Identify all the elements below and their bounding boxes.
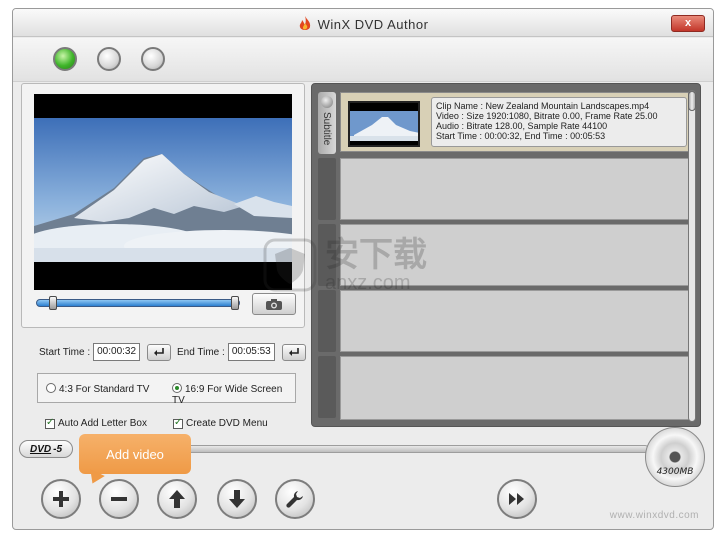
next-step-button[interactable] [497, 479, 537, 519]
settings-button[interactable] [275, 479, 315, 519]
close-button[interactable]: x [671, 15, 705, 32]
scrollbar-thumb[interactable] [688, 91, 696, 111]
clip-list-panel: Subtitle Clip Name : New Zealand Mountai… [311, 83, 701, 427]
letterbox-checkbox[interactable] [45, 417, 55, 429]
arrow-down-icon [229, 490, 245, 508]
end-time-set-button[interactable] [281, 343, 306, 361]
start-time-row: Start Time : 00:00:32 [39, 342, 172, 362]
slot-tab [318, 158, 336, 220]
clip-list-scrollbar[interactable] [688, 90, 696, 422]
clip-name: Clip Name : New Zealand Mountain Landsca… [436, 101, 650, 111]
clip-thumbnail [348, 101, 420, 147]
empty-clip-slot[interactable] [340, 356, 690, 420]
app-title: WinX DVD Author [317, 16, 429, 32]
snapshot-button[interactable] [252, 293, 296, 315]
move-up-button[interactable] [157, 479, 197, 519]
move-down-button[interactable] [217, 479, 257, 519]
enter-icon [288, 348, 299, 356]
step-indicator-bar [13, 38, 713, 82]
remove-video-button[interactable] [99, 479, 139, 519]
letterbox-label: Auto Add Letter Box [58, 418, 147, 429]
slot-tab [318, 224, 336, 286]
preview-panel [21, 83, 305, 328]
wrench-icon [286, 491, 303, 508]
arrow-up-icon [169, 490, 185, 508]
clip-item[interactable]: Clip Name : New Zealand Mountain Landsca… [340, 92, 690, 152]
slot-tab [318, 356, 336, 418]
aspect-label-4-3: 4:3 For Standard TV [59, 384, 150, 395]
dvd-menu-label: Create DVD Menu [186, 418, 268, 429]
dvd-type-selector[interactable]: DVD -5 [19, 440, 73, 458]
subtitle-toggle-icon [321, 96, 333, 108]
step-3-button[interactable] [141, 47, 165, 71]
trim-start-handle[interactable] [49, 296, 57, 310]
minus-icon [111, 497, 127, 501]
aspect-ratio-group: 4:3 For Standard TV 16:9 For Wide Screen… [37, 373, 296, 406]
letterbox-option[interactable]: Auto Add Letter Box [45, 417, 147, 429]
brand-url: www.winxdvd.com [609, 510, 699, 521]
start-time-set-button[interactable] [147, 343, 172, 361]
app-window: WinX DVD Author x Start Time: 00:00:32 … [12, 8, 714, 530]
next-icon [509, 493, 524, 505]
end-time-input[interactable]: 00:05:53 [227, 343, 275, 361]
subtitle-tab-label: Subtitle [321, 112, 332, 146]
enter-icon [154, 348, 164, 356]
trim-end-handle[interactable] [231, 296, 239, 310]
title-bar: WinX DVD Author x [13, 9, 713, 37]
aspect-option-16-9[interactable]: 16:9 For Wide Screen TV [172, 383, 295, 406]
close-icon: x [684, 17, 692, 29]
clip-audio-info: Audio : Bitrate 128.00, Sample Rate 4410… [436, 121, 608, 131]
disc-icon: 4300MB [645, 427, 705, 487]
disc-capacity-label: 4300MB [656, 467, 694, 477]
aspect-label-16-9: 16:9 For Wide Screen TV [172, 384, 283, 406]
aspect-option-4-3[interactable]: 4:3 For Standard TV [46, 383, 149, 395]
empty-clip-slot[interactable] [340, 290, 690, 352]
dvd-type-suffix: -5 [53, 443, 63, 455]
subtitle-tab[interactable]: Subtitle [318, 92, 336, 154]
seek-slider[interactable] [36, 296, 240, 310]
camera-icon [266, 299, 282, 310]
dvd-menu-checkbox[interactable] [173, 417, 183, 429]
flame-icon [299, 16, 310, 30]
end-time-row: End Time : 00:05:53 [177, 342, 306, 362]
window-title: WinX DVD Author [13, 16, 713, 35]
clip-time-info: Start Time : 00:00:32, End Time : 00:05:… [436, 131, 606, 141]
start-time-input[interactable]: 00:00:32 [93, 343, 141, 361]
step-2-button[interactable] [97, 47, 121, 71]
aspect-radio-16-9[interactable] [172, 383, 182, 393]
slot-tab [318, 290, 336, 352]
video-preview [34, 94, 292, 290]
dvd-menu-option[interactable]: Create DVD Menu [173, 417, 268, 429]
tooltip-text: Add video [106, 446, 164, 462]
dvd-type-label: DVD [29, 443, 52, 455]
start-time-label: Start Time : [39, 346, 91, 358]
preview-frame-image [34, 118, 292, 262]
plus-icon [53, 491, 69, 507]
clip-video-info: Video : Size 1920:1080, Bitrate 0.00, Fr… [436, 111, 658, 121]
aspect-radio-4-3[interactable] [46, 383, 56, 393]
add-video-tooltip: Add video [79, 434, 191, 474]
empty-clip-slot[interactable] [340, 224, 690, 286]
clip-info-box: Clip Name : New Zealand Mountain Landsca… [431, 97, 687, 147]
add-video-button[interactable] [41, 479, 81, 519]
empty-clip-slot[interactable] [340, 158, 690, 220]
end-time-label: End Time : [177, 346, 225, 358]
clip-thumbnail-image [350, 103, 418, 145]
step-1-button[interactable] [53, 47, 77, 71]
